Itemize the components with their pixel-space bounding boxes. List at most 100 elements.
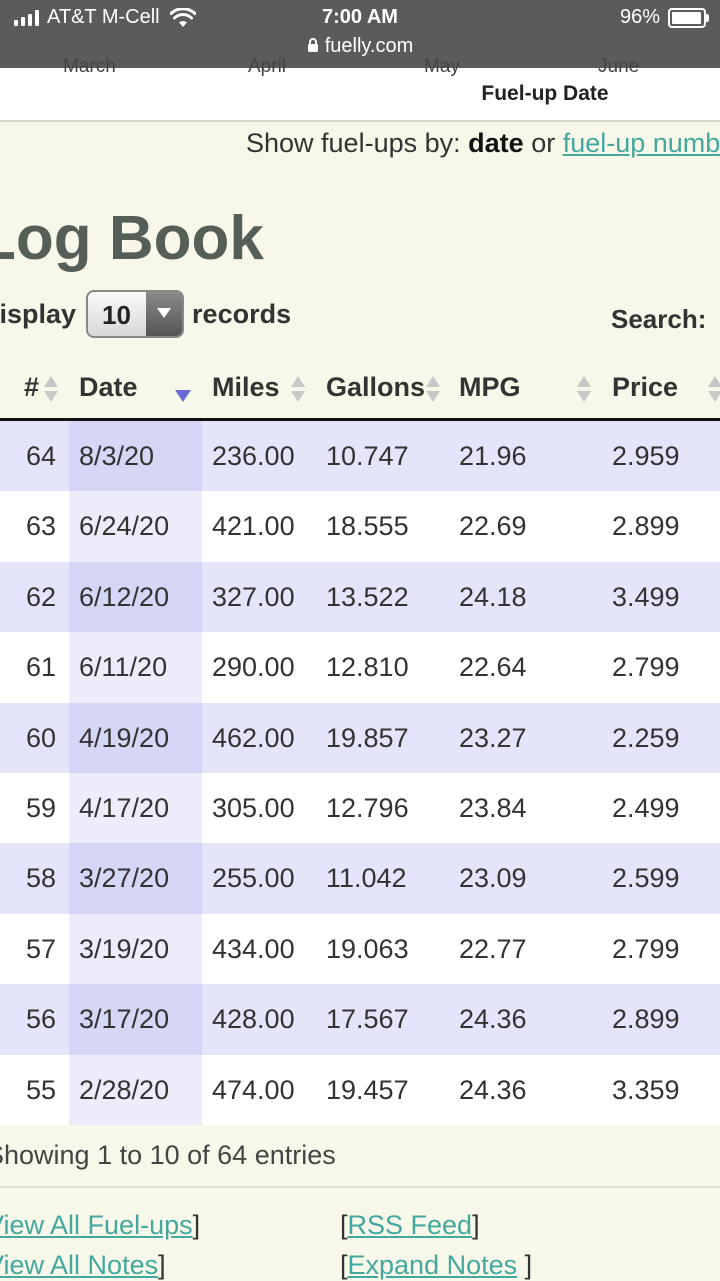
cell-miles: 236.00 (212, 441, 295, 471)
cell-price: 3.499 (612, 581, 680, 612)
cell-miles: 462.00 (212, 722, 295, 753)
cell-gallons: 19.063 (326, 933, 409, 964)
view-all-fuelups-link[interactable]: View All Fuel-ups (0, 1210, 193, 1240)
cell-date: 6/11/20 (79, 652, 168, 683)
cell-miles: 290.00 (212, 652, 295, 683)
cell-price: 2.259 (612, 722, 680, 753)
cell-mpg: 22.77 (459, 933, 527, 964)
sort-icon[interactable] (44, 376, 58, 404)
cell-date: 6/24/20 (79, 511, 170, 542)
cell-date: 3/17/20 (79, 1004, 170, 1035)
battery-fill (672, 11, 701, 24)
cell-mpg: 24.36 (459, 1004, 527, 1035)
expand-notes-link[interactable]: Expand Notes (348, 1250, 518, 1280)
cell-gallons: 11.042 (326, 863, 407, 894)
cell-gallons: 17.567 (326, 1004, 409, 1035)
cell-price: 2.959 (612, 441, 680, 471)
log-table: # Date Miles Gallons MPG Price 64 8/3/20 2… (0, 362, 720, 1125)
cell-miles: 474.00 (212, 1074, 295, 1105)
sort-icon[interactable] (708, 376, 720, 404)
cell-miles: 434.00 (212, 933, 295, 964)
records-select[interactable]: 10 (86, 290, 185, 338)
cell-price: 2.799 (612, 652, 680, 683)
bracket: [ (340, 1210, 348, 1240)
table-body: 64 8/3/20 236.00 10.747 21.96 2.959 63 6/24/20 4… (0, 421, 720, 1125)
cell-miles: 255.00 (212, 863, 295, 894)
column-header-mpg[interactable]: MPG (459, 372, 521, 403)
table-header: # Date Miles Gallons MPG Price (0, 362, 720, 421)
show-by-or: or (531, 128, 556, 158)
cell-number: 63 (25, 511, 56, 542)
column-header-number[interactable]: # (24, 372, 39, 403)
cell-number: 64 (25, 441, 56, 471)
cell-number: 61 (25, 652, 56, 683)
month-label: March (63, 56, 116, 77)
cell-number: 57 (25, 933, 56, 964)
cell-price: 2.799 (612, 933, 680, 964)
table-row: 58 3/27/20 255.00 11.042 23.09 2.599 (0, 843, 720, 914)
month-label: June (598, 56, 640, 77)
column-header-date[interactable]: Date (79, 372, 138, 403)
search-label: Search: (611, 304, 707, 334)
cell-miles: 428.00 (212, 1004, 295, 1035)
divider (0, 1186, 720, 1188)
table-row: 55 2/28/20 474.00 19.457 24.36 3.359 (0, 1054, 720, 1125)
sort-icon[interactable] (291, 376, 305, 404)
status-right: 96% (619, 6, 709, 29)
view-all-fuelups: View All Fuel-ups] (0, 1210, 200, 1241)
view-all-notes-link[interactable]: View All Notes (0, 1250, 158, 1280)
cell-number: 58 (25, 863, 56, 894)
show-by-label: Show fuel-ups by: (246, 128, 461, 158)
rss-feed: [RSS Feed] (340, 1210, 480, 1241)
sort-icon[interactable] (426, 376, 440, 404)
status-time: 7:00 AM (322, 6, 398, 28)
bracket: ] (472, 1210, 480, 1240)
cell-gallons: 19.857 (326, 722, 409, 753)
expand-notes: [Expand Notes ] (340, 1250, 532, 1281)
cell-mpg: 23.84 (459, 792, 527, 823)
cell-gallons: 12.796 (326, 792, 409, 823)
cell-price: 2.499 (612, 792, 680, 823)
cell-date: 8/3/20 (79, 441, 155, 471)
axis-title: Fuel-up Date (481, 82, 609, 105)
fuel-up-number-link[interactable]: fuel-up number (563, 128, 720, 158)
bracket: [ (340, 1250, 348, 1280)
table-row: 57 3/19/20 434.00 19.063 22.77 2.799 (0, 913, 720, 985)
rss-feed-link[interactable]: RSS Feed (348, 1210, 473, 1240)
column-header-miles[interactable]: Miles (212, 372, 280, 403)
lock-icon (307, 38, 318, 52)
cell-price: 3.359 (612, 1074, 680, 1105)
month-label: April (248, 56, 287, 77)
cell-gallons: 13.522 (326, 581, 409, 612)
month-label: May (424, 56, 460, 77)
table-row: 62 6/12/20 327.00 13.522 24.18 3.499 (0, 561, 720, 633)
display-label: Display (0, 298, 77, 329)
sort-icon[interactable] (577, 376, 591, 404)
column-header-price[interactable]: Price (612, 372, 678, 403)
cell-gallons: 19.457 (326, 1074, 409, 1105)
sort-descending-icon[interactable] (175, 390, 191, 402)
battery-percent: 96% (619, 6, 660, 28)
cell-miles: 421.00 (212, 511, 295, 542)
cell-number: 55 (25, 1074, 56, 1105)
cell-date: 2/28/20 (79, 1074, 170, 1105)
cell-date: 3/19/20 (79, 933, 170, 964)
url-text: fuelly.com (324, 35, 414, 57)
cell-mpg: 22.69 (459, 511, 527, 542)
bracket: ] (517, 1250, 533, 1280)
column-header-gallons[interactable]: Gallons (326, 372, 425, 403)
display-records: Display 10 records (0, 290, 291, 338)
cell-mpg: 23.27 (459, 722, 527, 753)
page-title: Log Book (0, 204, 264, 273)
cell-number: 56 (25, 1004, 56, 1035)
cell-mpg: 23.09 (459, 863, 527, 894)
cell-gallons: 12.810 (326, 652, 409, 683)
cell-mpg: 22.64 (459, 652, 527, 683)
cell-mpg: 24.18 (459, 581, 527, 612)
table-row: 60 4/19/20 462.00 19.857 23.27 2.259 (0, 702, 720, 773)
chevron-down-icon (146, 292, 183, 336)
address-bar[interactable]: fuelly.com (0, 35, 720, 58)
cell-number: 59 (25, 792, 56, 823)
battery-icon (668, 7, 709, 28)
table-row: 64 8/3/20 236.00 10.747 21.96 2.959 (0, 421, 720, 492)
